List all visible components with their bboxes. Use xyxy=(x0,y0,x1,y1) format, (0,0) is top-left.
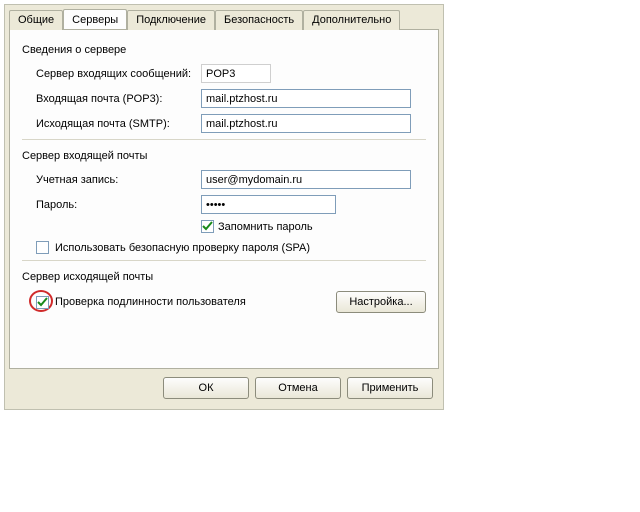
button-ok[interactable]: ОК xyxy=(163,377,249,399)
checkbox-spa[interactable] xyxy=(36,241,49,254)
group-server-info: Сведения о сервере xyxy=(22,44,426,56)
row-auth: Проверка подлинности пользователя Настро… xyxy=(22,291,426,313)
separator xyxy=(22,260,426,261)
input-incoming-pop[interactable] xyxy=(201,89,411,108)
button-apply[interactable]: Применить xyxy=(347,377,433,399)
checkbox-auth[interactable] xyxy=(36,296,49,309)
tab-strip: Общие Серверы Подключение Безопасность Д… xyxy=(5,5,443,29)
row-incoming-pop: Входящая почта (POP3): xyxy=(22,89,426,108)
label-remember-password: Запомнить пароль xyxy=(218,221,313,233)
label-auth: Проверка подлинности пользователя xyxy=(55,296,246,308)
window: Общие Серверы Подключение Безопасность Д… xyxy=(0,0,640,512)
row-incoming-type: Сервер входящих сообщений: POP3 xyxy=(22,64,426,83)
dialog-buttons: ОК Отмена Применить xyxy=(5,377,443,409)
tab-advanced[interactable]: Дополнительно xyxy=(303,10,400,30)
label-password: Пароль: xyxy=(36,199,201,211)
properties-dialog: Общие Серверы Подключение Безопасность Д… xyxy=(4,4,444,410)
input-password[interactable] xyxy=(201,195,336,214)
row-spa: Использовать безопасную проверку пароля … xyxy=(22,241,426,254)
separator xyxy=(22,139,426,140)
row-outgoing-smtp: Исходящая почта (SMTP): xyxy=(22,114,426,133)
group-outgoing-server: Сервер исходящей почты xyxy=(22,271,426,283)
label-outgoing-smtp: Исходящая почта (SMTP): xyxy=(36,118,201,130)
value-incoming-type: POP3 xyxy=(201,64,271,83)
button-cancel[interactable]: Отмена xyxy=(255,377,341,399)
input-outgoing-smtp[interactable] xyxy=(201,114,411,133)
row-remember: Запомнить пароль xyxy=(22,220,426,233)
row-account: Учетная запись: xyxy=(22,170,426,189)
label-account: Учетная запись: xyxy=(36,174,201,186)
tab-servers[interactable]: Серверы xyxy=(63,9,127,29)
button-settings[interactable]: Настройка... xyxy=(336,291,426,313)
checkbox-remember-password[interactable] xyxy=(201,220,214,233)
row-password: Пароль: xyxy=(22,195,426,214)
label-spa: Использовать безопасную проверку пароля … xyxy=(55,242,310,254)
tab-connection[interactable]: Подключение xyxy=(127,10,215,30)
input-account[interactable] xyxy=(201,170,411,189)
tab-security[interactable]: Безопасность xyxy=(215,10,303,30)
tab-panel-servers: Сведения о сервере Сервер входящих сообщ… xyxy=(9,29,439,369)
label-incoming-pop: Входящая почта (POP3): xyxy=(36,93,201,105)
label-incoming-type: Сервер входящих сообщений: xyxy=(36,68,201,80)
tab-general[interactable]: Общие xyxy=(9,10,63,30)
group-incoming-server: Сервер входящей почты xyxy=(22,150,426,162)
